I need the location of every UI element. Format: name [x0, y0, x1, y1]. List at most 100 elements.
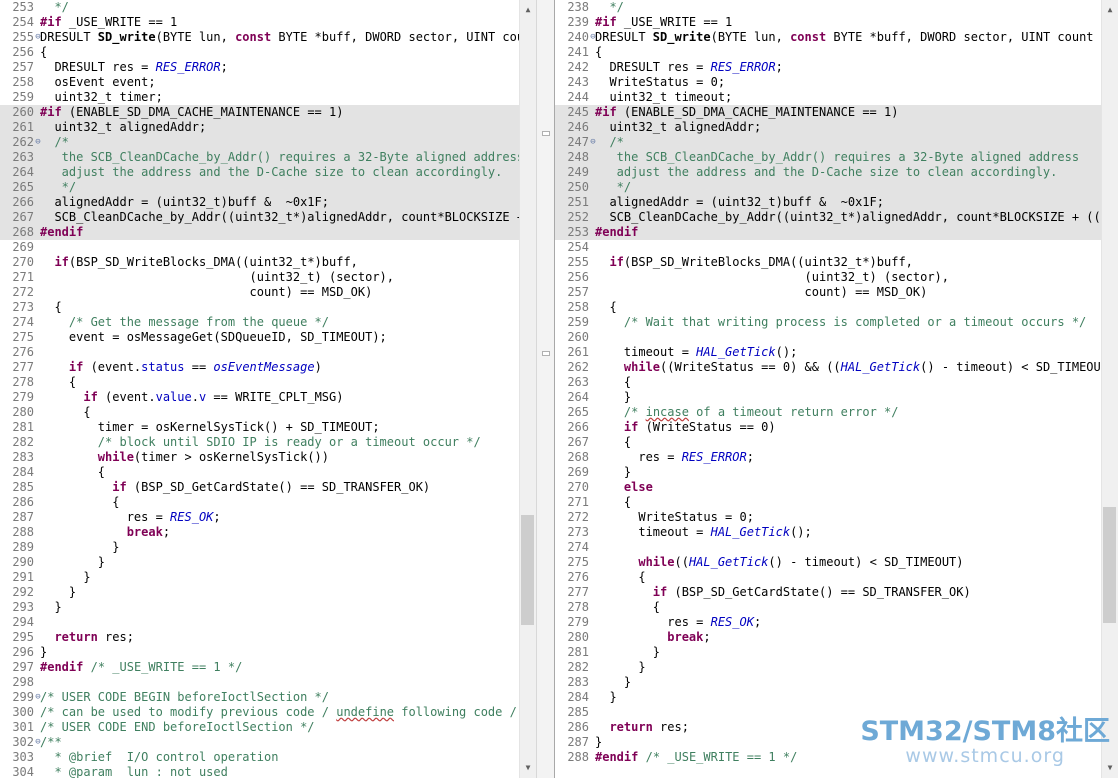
- code-line[interactable]: 282 }: [555, 660, 1102, 675]
- code-line[interactable]: 243 WriteStatus = 0;: [555, 75, 1102, 90]
- code-line[interactable]: 288 break;: [0, 525, 520, 540]
- code-line[interactable]: 292 }: [0, 585, 520, 600]
- code-line[interactable]: 258 {: [555, 300, 1102, 315]
- code-line[interactable]: 257 DRESULT res = RES_ERROR;: [0, 60, 520, 75]
- code-line[interactable]: 279 if (event.value.v == WRITE_CPLT_MSG): [0, 390, 520, 405]
- code-line[interactable]: 277 if (BSP_SD_GetCardState() == SD_TRAN…: [555, 585, 1102, 600]
- code-line[interactable]: 284 {: [0, 465, 520, 480]
- code-line[interactable]: 268 #endif: [0, 225, 520, 240]
- code-line[interactable]: 253 #endif: [555, 225, 1102, 240]
- code-line[interactable]: 242 DRESULT res = RES_ERROR;: [555, 60, 1102, 75]
- code-line[interactable]: 249 adjust the address and the D-Cache s…: [555, 165, 1102, 180]
- code-line[interactable]: 283 }: [555, 675, 1102, 690]
- code-line[interactable]: 261 uint32_t alignedAddr;: [0, 120, 520, 135]
- code-line[interactable]: 251 alignedAddr = (uint32_t)buff & ~0x1F…: [555, 195, 1102, 210]
- code-line[interactable]: 285 if (BSP_SD_GetCardState() == SD_TRAN…: [0, 480, 520, 495]
- code-line[interactable]: 302 ⊖/**: [0, 735, 520, 750]
- code-line[interactable]: 255 if(BSP_SD_WriteBlocks_DMA((uint32_t*…: [555, 255, 1102, 270]
- code-line[interactable]: 265 */: [0, 180, 520, 195]
- code-line[interactable]: 291 }: [0, 570, 520, 585]
- code-line[interactable]: 266 alignedAddr = (uint32_t)buff & ~0x1F…: [0, 195, 520, 210]
- code-line[interactable]: 256 (uint32_t) (sector),: [555, 270, 1102, 285]
- code-line[interactable]: 264 adjust the address and the D-Cache s…: [0, 165, 520, 180]
- code-line[interactable]: 275 while((HAL_GetTick() - timeout) < SD…: [555, 555, 1102, 570]
- code-line[interactable]: 273 timeout = HAL_GetTick();: [555, 525, 1102, 540]
- code-line[interactable]: 278 {: [555, 600, 1102, 615]
- code-line[interactable]: 286 return res;: [555, 720, 1102, 735]
- code-line[interactable]: 260: [555, 330, 1102, 345]
- code-line[interactable]: 273 {: [0, 300, 520, 315]
- code-line[interactable]: 288 #endif /* _USE_WRITE == 1 */: [555, 750, 1102, 765]
- right-scroll-thumb[interactable]: [1103, 507, 1116, 623]
- code-line[interactable]: 272 WriteStatus = 0;: [555, 510, 1102, 525]
- code-line[interactable]: 263 {: [555, 375, 1102, 390]
- code-line[interactable]: 303 * @brief I/O control operation: [0, 750, 520, 765]
- left-code-area[interactable]: 253 */254 #if _USE_WRITE == 1 255 ⊖ DRESULT …: [0, 0, 520, 778]
- code-line[interactable]: 280 {: [0, 405, 520, 420]
- code-line[interactable]: 256 {: [0, 45, 520, 60]
- code-line[interactable]: 263 the SCB_CleanDCache_by_Addr() requir…: [0, 150, 520, 165]
- code-line[interactable]: 280 break;: [555, 630, 1102, 645]
- code-line[interactable]: 274 /* Get the message from the queue */: [0, 315, 520, 330]
- code-line[interactable]: 287 res = RES_OK;: [0, 510, 520, 525]
- code-line[interactable]: 267 SCB_CleanDCache_by_Addr((uint32_t*)a…: [0, 210, 520, 225]
- code-line[interactable]: 298: [0, 675, 520, 690]
- compare-divider[interactable]: [536, 0, 555, 778]
- right-code-area[interactable]: 238 */239 #if _USE_WRITE == 1 240 ⊖ DRESULT …: [555, 0, 1102, 778]
- code-line[interactable]: 276: [0, 345, 520, 360]
- code-line[interactable]: 270 if(BSP_SD_WriteBlocks_DMA((uint32_t*…: [0, 255, 520, 270]
- code-line[interactable]: 254 #if _USE_WRITE == 1: [0, 15, 520, 30]
- diff-marker-icon[interactable]: [542, 131, 550, 136]
- left-editor-pane[interactable]: 253 */254 #if _USE_WRITE == 1 255 ⊖ DRESULT …: [0, 0, 536, 778]
- code-line[interactable]: 275 event = osMessageGet(SDQueueID, SD_T…: [0, 330, 520, 345]
- code-line[interactable]: 246 uint32_t alignedAddr;: [555, 120, 1102, 135]
- code-line[interactable]: 257 count) == MSD_OK): [555, 285, 1102, 300]
- code-line[interactable]: 285: [555, 705, 1102, 720]
- code-line[interactable]: 281 timer = osKernelSysTick() + SD_TIMEO…: [0, 420, 520, 435]
- code-line[interactable]: 271 (uint32_t) (sector),: [0, 270, 520, 285]
- code-line[interactable]: 252 SCB_CleanDCache_by_Addr((uint32_t*)a…: [555, 210, 1102, 225]
- code-line[interactable]: 247 ⊖ /*: [555, 135, 1102, 150]
- code-line[interactable]: 239 #if _USE_WRITE == 1: [555, 15, 1102, 30]
- code-line[interactable]: 299 ⊖/* USER CODE BEGIN beforeIoctlSectio…: [0, 690, 520, 705]
- left-scroll-down-arrow-icon[interactable]: ▼: [520, 760, 536, 776]
- left-scroll-up-arrow-icon[interactable]: ▲: [520, 2, 536, 18]
- code-line[interactable]: 290 }: [0, 555, 520, 570]
- code-line[interactable]: 255 ⊖ DRESULT SD_write(BYTE lun, const BYT…: [0, 30, 520, 45]
- code-line[interactable]: 270 else: [555, 480, 1102, 495]
- code-line[interactable]: 262 while((WriteStatus == 0) && ((HAL_Ge…: [555, 360, 1102, 375]
- left-vertical-scrollbar[interactable]: ▲ ▼: [519, 0, 536, 778]
- code-line[interactable]: 245 #if (ENABLE_SD_DMA_CACHE_MAINTENANCE …: [555, 105, 1102, 120]
- code-line[interactable]: 277 if (event.status == osEventMessage): [0, 360, 520, 375]
- code-line[interactable]: 241 {: [555, 45, 1102, 60]
- code-line[interactable]: 293 }: [0, 600, 520, 615]
- code-line[interactable]: 264 }: [555, 390, 1102, 405]
- code-line[interactable]: 268 res = RES_ERROR;: [555, 450, 1102, 465]
- right-scroll-down-arrow-icon[interactable]: ▼: [1102, 760, 1118, 776]
- code-line[interactable]: 259 uint32_t timer;: [0, 90, 520, 105]
- code-line[interactable]: 244 uint32_t timeout;: [555, 90, 1102, 105]
- code-line[interactable]: 294: [0, 615, 520, 630]
- code-line[interactable]: 240 ⊖ DRESULT SD_write(BYTE lun, const BYT…: [555, 30, 1102, 45]
- code-line[interactable]: 300 /* can be used to modify previous cod…: [0, 705, 520, 720]
- code-line[interactable]: 282 /* block until SDIO IP is ready or a…: [0, 435, 520, 450]
- code-line[interactable]: 271 {: [555, 495, 1102, 510]
- code-line[interactable]: 276 {: [555, 570, 1102, 585]
- code-line[interactable]: 274: [555, 540, 1102, 555]
- code-line[interactable]: 269 }: [555, 465, 1102, 480]
- code-line[interactable]: 296}: [0, 645, 520, 660]
- code-line[interactable]: 253 */: [0, 0, 520, 15]
- code-line[interactable]: 281 }: [555, 645, 1102, 660]
- code-line[interactable]: 267 {: [555, 435, 1102, 450]
- code-line[interactable]: 289 }: [0, 540, 520, 555]
- code-line[interactable]: 254: [555, 240, 1102, 255]
- code-line[interactable]: 265 /* incase of a timeout return error …: [555, 405, 1102, 420]
- left-scroll-thumb[interactable]: [521, 515, 534, 625]
- code-line[interactable]: 278 {: [0, 375, 520, 390]
- code-line[interactable]: 262 ⊖ /*: [0, 135, 520, 150]
- code-line[interactable]: 297 #endif /* _USE_WRITE == 1 */: [0, 660, 520, 675]
- code-line[interactable]: 283 while(timer > osKernelSysTick()): [0, 450, 520, 465]
- code-line[interactable]: 272 count) == MSD_OK): [0, 285, 520, 300]
- code-line[interactable]: 266 if (WriteStatus == 0): [555, 420, 1102, 435]
- code-line[interactable]: 250 */: [555, 180, 1102, 195]
